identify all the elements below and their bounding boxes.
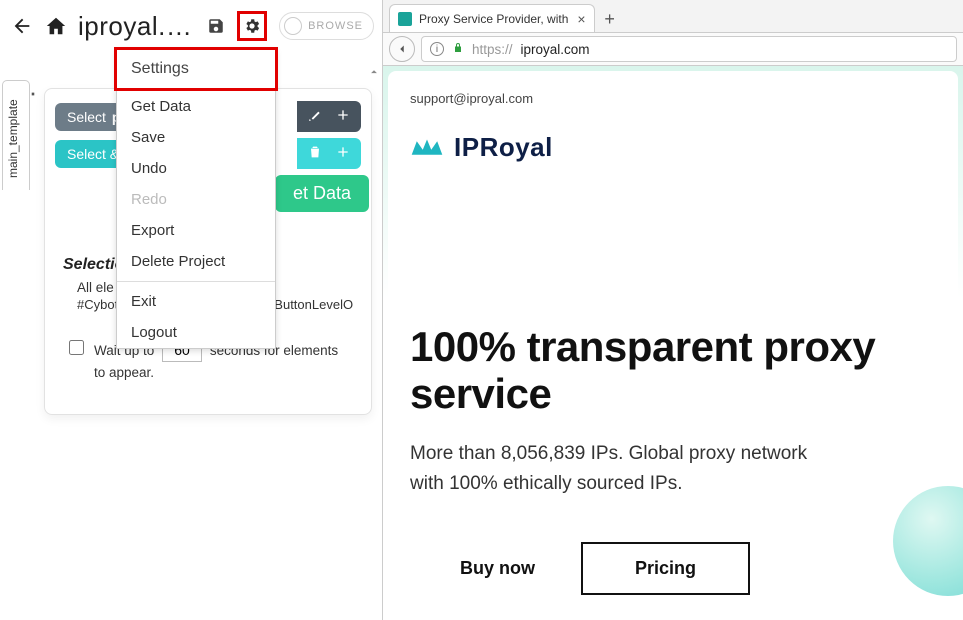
project-title: iproyal.c... bbox=[76, 11, 197, 42]
favicon-icon bbox=[398, 12, 412, 26]
close-tab-icon[interactable]: × bbox=[577, 11, 585, 27]
browser-tab[interactable]: Proxy Service Provider, with × bbox=[389, 4, 595, 32]
home-icon[interactable] bbox=[42, 12, 70, 40]
wait-checkbox[interactable] bbox=[69, 340, 84, 355]
menu-exit[interactable]: Exit bbox=[117, 286, 275, 317]
new-tab-button[interactable]: + bbox=[597, 6, 623, 32]
address-bar: i https:// iproyal.com bbox=[383, 32, 963, 66]
gear-icon[interactable] bbox=[243, 17, 261, 35]
settings-header: Settings bbox=[114, 47, 278, 91]
menu-undo[interactable]: Undo bbox=[117, 153, 275, 184]
select-pagination-actions bbox=[297, 101, 361, 132]
plus-icon[interactable] bbox=[335, 107, 351, 126]
trash-icon[interactable] bbox=[307, 144, 323, 163]
browse-toggle[interactable]: BROWSE bbox=[279, 12, 374, 40]
brand-name: IPRoyal bbox=[454, 132, 553, 163]
menu-save[interactable]: Save bbox=[117, 122, 275, 153]
back-arrow-icon[interactable] bbox=[8, 12, 36, 40]
page-viewport: support@iproyal.com IPRoyal 100% transpa… bbox=[383, 66, 963, 620]
browser-tab-bar: Proxy Service Provider, with × + bbox=[383, 0, 963, 32]
menu-export[interactable]: Export bbox=[117, 215, 275, 246]
url-scheme: https:// bbox=[472, 42, 513, 57]
settings-menu: Settings Get Data Save Undo Redo Export … bbox=[116, 49, 276, 349]
info-icon: i bbox=[430, 42, 444, 56]
buy-now-link[interactable]: Buy now bbox=[460, 558, 535, 579]
save-icon[interactable] bbox=[203, 13, 229, 39]
url-host: iproyal.com bbox=[521, 42, 590, 57]
settings-gear-highlight bbox=[237, 11, 267, 41]
menu-delete-project[interactable]: Delete Project bbox=[117, 246, 275, 277]
get-data-button[interactable]: et Data bbox=[275, 175, 369, 212]
lock-icon bbox=[452, 42, 464, 57]
crown-icon bbox=[410, 136, 444, 160]
hero-subcopy: More than 8,056,839 IPs. Global proxy ne… bbox=[410, 439, 840, 498]
menu-redo: Redo bbox=[117, 184, 275, 215]
brand-logo[interactable]: IPRoyal bbox=[410, 132, 936, 163]
browser-back-icon[interactable] bbox=[389, 36, 415, 62]
select-apply-actions bbox=[297, 138, 361, 169]
tab-title: Proxy Service Provider, with bbox=[419, 12, 568, 26]
browse-label: BROWSE bbox=[308, 20, 363, 32]
menu-logout[interactable]: Logout bbox=[117, 317, 275, 348]
menu-divider bbox=[117, 281, 275, 282]
toggle-knob bbox=[284, 17, 302, 35]
wand-icon[interactable] bbox=[307, 107, 323, 126]
url-input[interactable]: i https:// iproyal.com bbox=[421, 36, 957, 62]
menu-get-data[interactable]: Get Data bbox=[117, 91, 275, 122]
support-email[interactable]: support@iproyal.com bbox=[410, 91, 936, 106]
pricing-button[interactable]: Pricing bbox=[581, 542, 750, 595]
plus-icon[interactable] bbox=[335, 144, 351, 163]
hero-headline: 100% transparent proxy service bbox=[410, 323, 936, 417]
